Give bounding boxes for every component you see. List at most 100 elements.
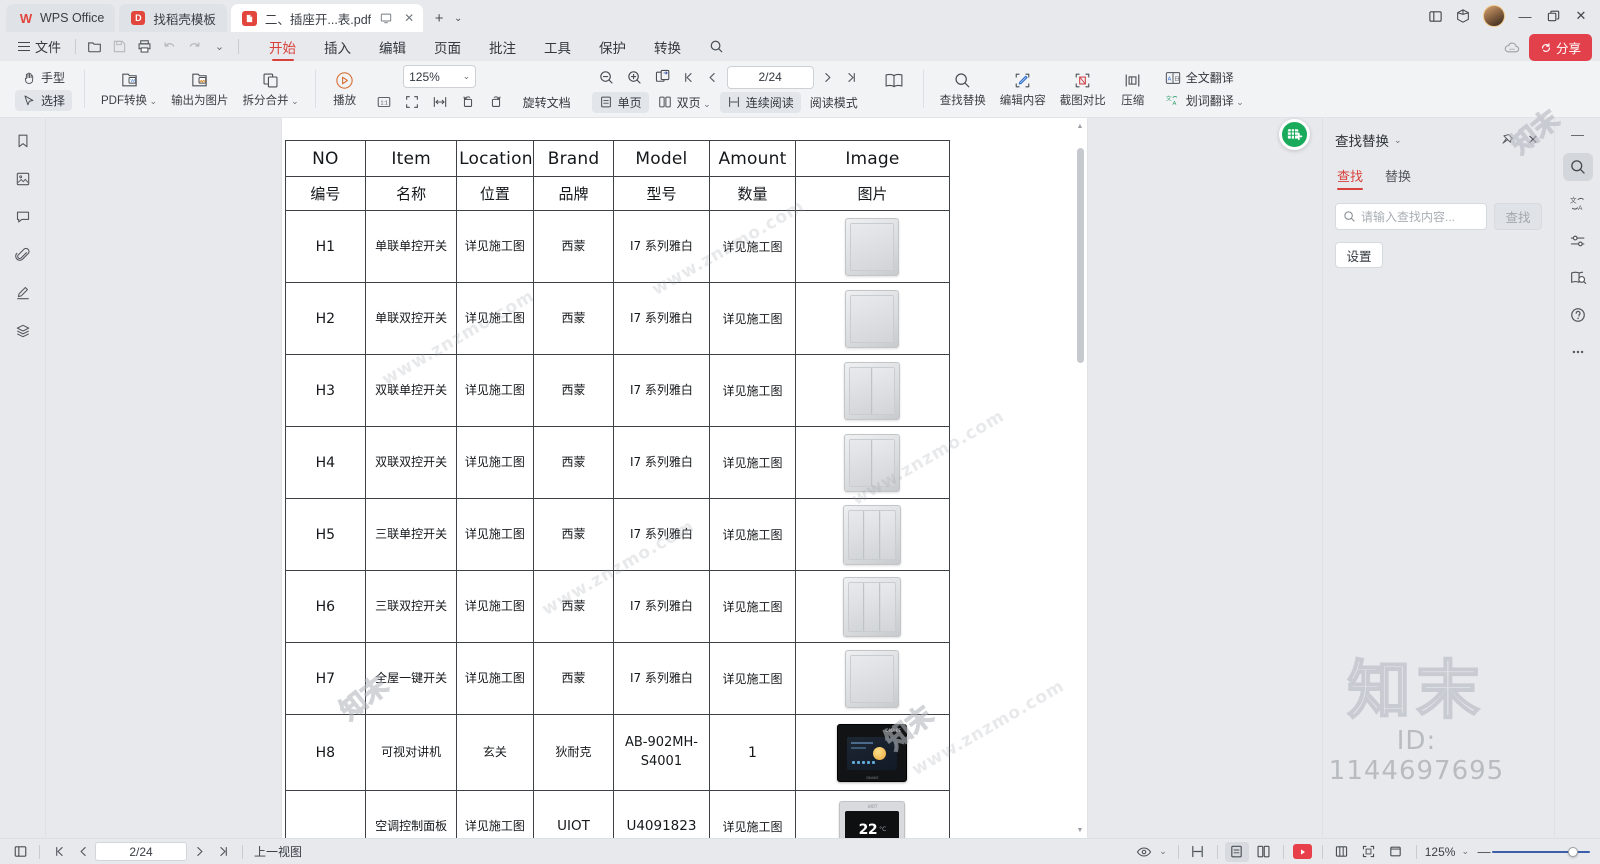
two-page-icon[interactable] [1252,842,1276,862]
rotate-doc-button[interactable]: 旋转文档 [516,92,578,113]
tab-wps-office[interactable]: W WPS Office [6,4,116,32]
zoom-out-button[interactable]: — [1476,844,1492,859]
attachment-icon[interactable] [9,242,37,268]
pin-icon[interactable] [1498,131,1516,149]
prev-view-button[interactable]: 上一视图 [250,841,306,862]
word-translate-button[interactable]: 文A 划词翻译 ⌄ [1158,90,1251,111]
rotate-left-icon[interactable] [456,91,480,113]
scroll-up-arrow[interactable]: ▲ [1076,120,1085,132]
search-icon[interactable] [1562,153,1593,181]
status-zoom-value[interactable]: 125% [1425,845,1456,859]
print-icon[interactable] [132,36,157,58]
undo-icon[interactable] [157,36,182,58]
page-view-icon[interactable] [8,842,32,862]
redo-icon[interactable] [182,36,207,58]
pdf-convert-button[interactable]: W PDF转换 ⌄ [97,68,161,111]
tab-insert[interactable]: 插入 [310,33,365,61]
translate-icon[interactable]: 文A [1563,190,1593,218]
select-tool-button[interactable]: 选择 [15,90,73,111]
actual-size-icon[interactable]: 1:1 [372,91,396,113]
rotate-right-icon[interactable] [484,91,508,113]
avatar[interactable] [1483,5,1505,27]
next-page-button[interactable] [818,66,838,88]
find-button[interactable]: 查找 [1494,203,1542,230]
continuous-scroll-icon[interactable] [1186,842,1210,862]
prev-page-button[interactable] [71,842,95,862]
bookmark-icon[interactable] [9,128,37,154]
book-view-button[interactable] [877,69,911,94]
hand-tool-button[interactable]: 手型 [15,67,72,88]
help-icon[interactable] [1563,301,1593,329]
zoom-slider-knob[interactable] [1568,846,1578,857]
compress-button[interactable]: 压缩 [1116,68,1150,111]
scroll-thumb[interactable] [1076,148,1084,363]
last-page-button[interactable] [211,842,235,862]
ocr-scan-icon[interactable] [1563,264,1593,292]
minimize-button[interactable]: — [1512,4,1538,28]
tab-comment[interactable]: 批注 [475,33,530,61]
page-replace-icon[interactable] [651,66,675,88]
comment-icon[interactable] [9,204,37,230]
signature-icon[interactable] [9,280,37,306]
fit-page-icon[interactable] [1357,842,1381,862]
status-page-input[interactable]: 2/24 [95,842,187,861]
fit-width-icon[interactable] [428,91,452,113]
file-menu-button[interactable]: 文件 [10,34,69,59]
next-page-button[interactable] [187,842,211,862]
close-button[interactable]: ✕ [1568,4,1594,28]
tab-docer-template[interactable]: D 找稻壳模板 [119,4,227,32]
double-page-button[interactable]: 双页 ⌄ [651,92,718,113]
tab-page[interactable]: 页面 [420,33,475,61]
full-translate-button[interactable]: A日 全文翻译 [1158,67,1251,88]
continuous-read-button[interactable]: 连续阅读 [719,91,801,113]
tab-tools[interactable]: 工具 [530,33,585,61]
screenshot-compare-button[interactable]: 截图对比 [1056,68,1110,111]
chevron-down-icon[interactable]: ⌄ [1461,846,1469,857]
prev-page-button[interactable] [703,66,723,88]
tab-close-icon[interactable]: ✕ [401,10,417,26]
find-replace-button[interactable]: 查找替换 [936,68,990,111]
last-page-button[interactable] [842,66,862,88]
document-scrollbar[interactable]: ▲ ▼ [1076,118,1085,838]
search-input[interactable] [1361,209,1479,224]
tab-protect[interactable]: 保护 [585,33,640,61]
presentation-icon[interactable] [1291,842,1315,862]
page-number-input[interactable]: 2/24 [726,65,814,89]
zoom-select[interactable]: 125% ⌄ [403,65,477,88]
split-merge-button[interactable]: 拆分合并 ⌄ [239,68,303,111]
single-page-button[interactable]: 单页 [591,91,649,113]
collapse-panel-button[interactable]: — [1565,124,1591,144]
tab-start[interactable]: 开始 [255,33,310,61]
cloud-sync-icon[interactable] [1501,37,1523,59]
split-view-icon[interactable] [1422,4,1448,28]
first-page-button[interactable] [679,66,699,88]
tab-convert[interactable]: 转换 [640,33,695,61]
tab-find[interactable]: 查找 [1337,166,1364,190]
customize-chevron-icon[interactable]: ⌄ [207,36,232,58]
new-tab-button[interactable]: + [429,8,449,28]
eye-icon[interactable] [1132,842,1156,862]
chevron-down-icon[interactable]: ⌄ [1394,135,1402,146]
new-icon[interactable] [82,36,107,58]
share-button[interactable]: 分享 [1528,34,1592,61]
tab-pdf-document[interactable]: 二、插座开...表.pdf ✕ [230,4,424,32]
layers-icon[interactable] [9,318,37,344]
tab-replace[interactable]: 替换 [1385,166,1411,190]
settings-sliders-icon[interactable] [1563,227,1593,255]
tab-list-chevron-icon[interactable]: ⌄ [451,8,465,28]
first-page-button[interactable] [47,842,71,862]
zoom-out-icon[interactable] [595,66,619,88]
close-icon[interactable]: ✕ [1524,131,1542,149]
single-page-icon[interactable] [1224,841,1249,862]
find-settings-button[interactable]: 设置 [1335,242,1383,268]
zoom-slider[interactable]: — [1476,844,1590,859]
find-panel-title[interactable]: 查找替换 ⌄ [1335,130,1402,150]
app-cube-icon[interactable] [1450,4,1476,28]
read-mode-button[interactable]: 阅读模式 [803,92,865,113]
fit-page-icon[interactable] [400,91,424,113]
tab-edit[interactable]: 编辑 [365,33,420,61]
output-image-button[interactable]: 输出为图片 [167,68,233,111]
maximize-button[interactable] [1540,4,1566,28]
edit-content-button[interactable]: 编辑内容 [996,68,1050,111]
chevron-down-icon[interactable]: ⌄ [1159,846,1167,857]
